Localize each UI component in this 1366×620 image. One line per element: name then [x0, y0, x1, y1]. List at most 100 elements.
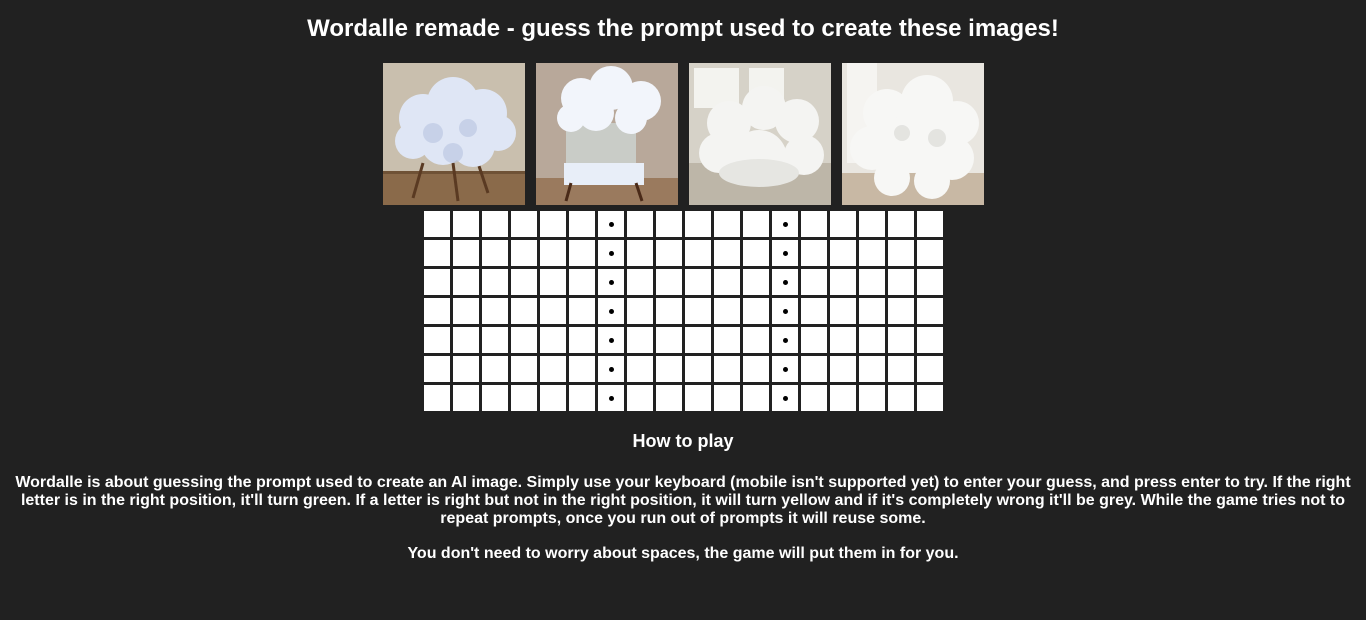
letter-tile	[917, 385, 943, 411]
letter-tile	[714, 385, 740, 411]
letter-tile	[482, 211, 508, 237]
letter-tile	[453, 327, 479, 353]
letter-tile	[714, 327, 740, 353]
cloud-chair-image-1	[383, 63, 525, 205]
letter-tile	[540, 240, 566, 266]
letter-tile	[859, 269, 885, 295]
space-tile	[598, 211, 624, 237]
letter-tile	[569, 356, 595, 382]
letter-tile	[482, 240, 508, 266]
letter-tile	[511, 327, 537, 353]
letter-tile	[859, 385, 885, 411]
letter-tile	[917, 240, 943, 266]
letter-tile	[569, 327, 595, 353]
space-tile	[598, 327, 624, 353]
letter-tile	[511, 240, 537, 266]
letter-tile	[917, 211, 943, 237]
letter-tile	[453, 269, 479, 295]
letter-tile	[830, 298, 856, 324]
letter-tile	[859, 298, 885, 324]
page-title: Wordalle remade - guess the prompt used …	[307, 15, 1059, 42]
letter-tile	[540, 298, 566, 324]
letter-tile	[685, 356, 711, 382]
letter-tile	[627, 211, 653, 237]
space-tile	[598, 269, 624, 295]
letter-tile	[424, 356, 450, 382]
letter-tile	[888, 298, 914, 324]
letter-tile	[482, 269, 508, 295]
letter-tile	[424, 298, 450, 324]
letter-tile	[540, 211, 566, 237]
wordalle-page: Wordalle remade - guess the prompt used …	[0, 0, 1366, 620]
letter-tile	[888, 269, 914, 295]
letter-tile	[888, 385, 914, 411]
spaces-note: You don't need to worry about spaces, th…	[407, 545, 959, 562]
letter-tile	[511, 269, 537, 295]
letter-tile	[569, 240, 595, 266]
letter-tile	[859, 356, 885, 382]
letter-tile	[482, 356, 508, 382]
letter-tile	[685, 269, 711, 295]
how-to-play-heading: How to play	[632, 431, 734, 451]
letter-tile	[424, 240, 450, 266]
letter-tile	[888, 327, 914, 353]
letter-tile	[627, 327, 653, 353]
letter-tile	[917, 269, 943, 295]
letter-tile	[859, 240, 885, 266]
letter-tile	[453, 298, 479, 324]
letter-tile	[627, 240, 653, 266]
letter-tile	[569, 269, 595, 295]
letter-tile	[743, 211, 769, 237]
space-tile	[772, 385, 798, 411]
letter-tile	[656, 356, 682, 382]
space-tile	[772, 298, 798, 324]
letter-tile	[656, 240, 682, 266]
letter-tile	[888, 240, 914, 266]
guess-board[interactable]	[424, 211, 943, 411]
letter-tile	[685, 211, 711, 237]
space-tile	[598, 356, 624, 382]
letter-tile	[917, 356, 943, 382]
letter-tile	[743, 269, 769, 295]
letter-tile	[569, 298, 595, 324]
letter-tile	[656, 327, 682, 353]
letter-tile	[859, 327, 885, 353]
letter-tile	[511, 211, 537, 237]
letter-tile	[830, 269, 856, 295]
letter-tile	[453, 211, 479, 237]
letter-tile	[830, 356, 856, 382]
letter-tile	[743, 240, 769, 266]
letter-tile	[801, 298, 827, 324]
image-row	[383, 63, 984, 205]
letter-tile	[743, 356, 769, 382]
letter-tile	[627, 269, 653, 295]
letter-tile	[830, 240, 856, 266]
letter-tile	[917, 298, 943, 324]
letter-tile	[830, 211, 856, 237]
letter-tile	[656, 298, 682, 324]
letter-tile	[714, 269, 740, 295]
letter-tile	[453, 356, 479, 382]
space-tile	[772, 269, 798, 295]
letter-tile	[627, 385, 653, 411]
letter-tile	[627, 356, 653, 382]
letter-tile	[453, 385, 479, 411]
cloud-chair-image-4	[842, 63, 984, 205]
letter-tile	[917, 327, 943, 353]
letter-tile	[830, 385, 856, 411]
space-tile	[598, 240, 624, 266]
letter-tile	[482, 327, 508, 353]
letter-tile	[569, 385, 595, 411]
letter-tile	[685, 298, 711, 324]
letter-tile	[656, 385, 682, 411]
letter-tile	[830, 327, 856, 353]
letter-tile	[743, 327, 769, 353]
letter-tile	[685, 327, 711, 353]
letter-tile	[801, 356, 827, 382]
letter-tile	[859, 211, 885, 237]
letter-tile	[511, 298, 537, 324]
letter-tile	[511, 356, 537, 382]
letter-tile	[801, 327, 827, 353]
letter-tile	[714, 211, 740, 237]
space-tile	[772, 240, 798, 266]
